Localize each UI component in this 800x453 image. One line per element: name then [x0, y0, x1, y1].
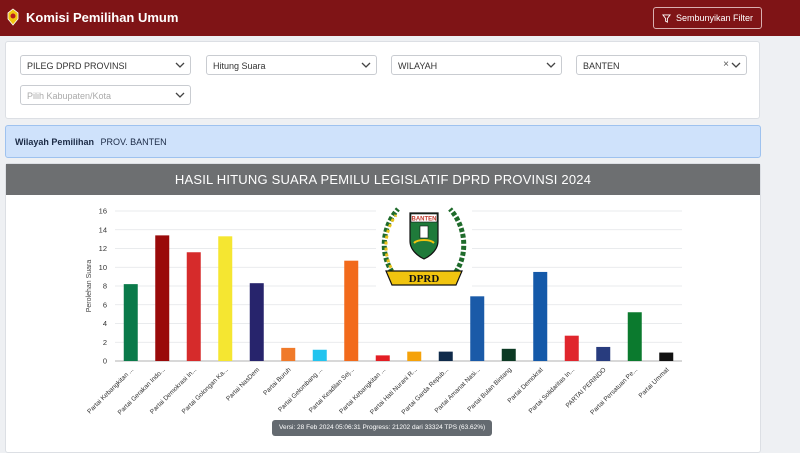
bar-14: [533, 271, 548, 361]
bar-9: [375, 355, 390, 361]
bar-16: [596, 346, 611, 361]
bar-4: [218, 236, 233, 361]
bar-2: [155, 235, 170, 361]
bar-13: [501, 348, 516, 361]
x-category-label: Partai Ummat: [638, 366, 671, 399]
emblem-bottom-text: DPRD: [409, 273, 440, 285]
bar-18: [659, 352, 674, 361]
bar-17: [627, 312, 642, 361]
y-tick-label: 16: [99, 207, 107, 216]
dprd-banten-emblem-icon: BANTEN DPRD: [376, 199, 472, 295]
progress-tooltip: Versi: 28 Feb 2024 05:06:31 Progress: 21…: [272, 420, 493, 436]
emblem-top-text: BANTEN: [412, 217, 437, 223]
y-axis-label: Perolehan Suara: [86, 260, 93, 313]
y-tick-label: 6: [103, 300, 107, 309]
y-tick-label: 4: [103, 319, 107, 328]
bar-11: [438, 351, 453, 361]
bar-10: [407, 351, 422, 361]
y-tick-label: 14: [99, 225, 107, 234]
y-tick-label: 8: [103, 282, 107, 291]
bar-1: [123, 284, 138, 361]
bar-6: [281, 347, 296, 361]
y-tick-label: 12: [99, 244, 107, 253]
bar-7: [312, 349, 327, 361]
bar-12: [470, 296, 485, 361]
y-tick-label: 0: [103, 357, 107, 366]
bar-8: [344, 260, 359, 361]
y-tick-label: 10: [99, 263, 107, 272]
bar-15: [564, 335, 579, 361]
x-category-label: Partai NasDem: [225, 366, 261, 402]
y-tick-label: 2: [103, 338, 107, 347]
bar-5: [249, 283, 264, 361]
bar-3: [186, 252, 201, 361]
x-category-label: Partai Buruh: [262, 366, 293, 397]
